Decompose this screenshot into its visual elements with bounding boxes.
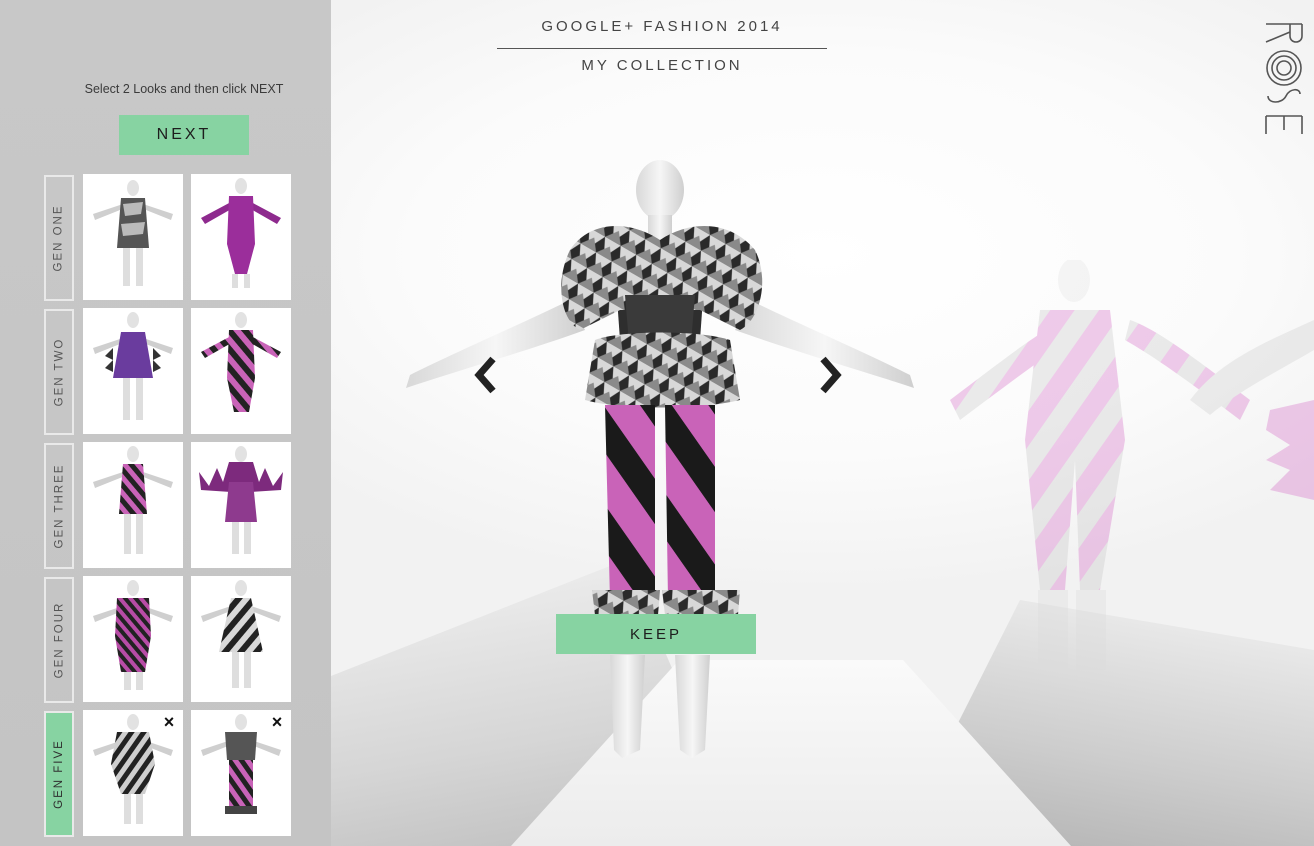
tab-gen-two[interactable]: GEN TWO [44,309,74,435]
look-figure [201,312,281,412]
instruction-text: Select 2 Looks and then click NEXT [84,82,284,96]
look-figure [93,446,173,554]
look-thumbnail-gen3-a[interactable] [83,442,183,568]
gen-tab-label: GEN FIVE [53,739,65,809]
chevron-left-icon [474,356,496,394]
look-figure [201,580,281,688]
tab-gen-five[interactable]: GEN FIVE [44,711,74,837]
look-thumbnail-gen1-a[interactable] [83,174,183,300]
next-look-button[interactable] [810,353,850,397]
title-divider [497,48,827,49]
gen-tab-label: GEN TWO [53,337,66,407]
look-figure [93,180,173,286]
look-thumbnail-gen4-a[interactable] [83,576,183,702]
tab-gen-three[interactable]: GEN THREE [44,443,74,569]
gen-tab-label: GEN FOUR [53,601,66,679]
remove-look-button[interactable]: × [269,713,285,731]
next-button[interactable]: NEXT [119,115,249,155]
page-subtitle: MY COLLECTION [581,57,743,74]
next-look-preview [950,260,1314,670]
look-thumbnail-gen2-b[interactable] [191,308,291,434]
look-thumbnail-gen3-b[interactable] [191,442,291,568]
rose-logo [1265,23,1303,134]
look-figure [93,312,173,420]
look-figure [93,580,173,690]
look-thumbnail-gen5-a[interactable]: × [83,710,183,836]
look-thumbnail-gen1-b[interactable] [191,174,291,300]
previous-look-button[interactable] [466,353,506,397]
keep-button[interactable]: KEEP [556,614,756,654]
look-thumbnail-gen4-b[interactable] [191,576,291,702]
gen-tab-label: GEN ONE [53,204,66,272]
gen-tab-label: GEN THREE [53,463,66,549]
current-look-mannequin [406,160,914,758]
look-figure [199,446,283,554]
look-thumbnail-gen2-a[interactable] [83,308,183,434]
tab-gen-one[interactable]: GEN ONE [44,175,74,301]
remove-look-button[interactable]: × [161,713,177,731]
look-thumbnail-gen5-b[interactable]: × [191,710,291,836]
chevron-right-icon [820,356,842,394]
look-figure [201,178,281,288]
tab-gen-four[interactable]: GEN FOUR [44,577,74,703]
page-title: GOOGLE+ FASHION 2014 [541,18,783,35]
